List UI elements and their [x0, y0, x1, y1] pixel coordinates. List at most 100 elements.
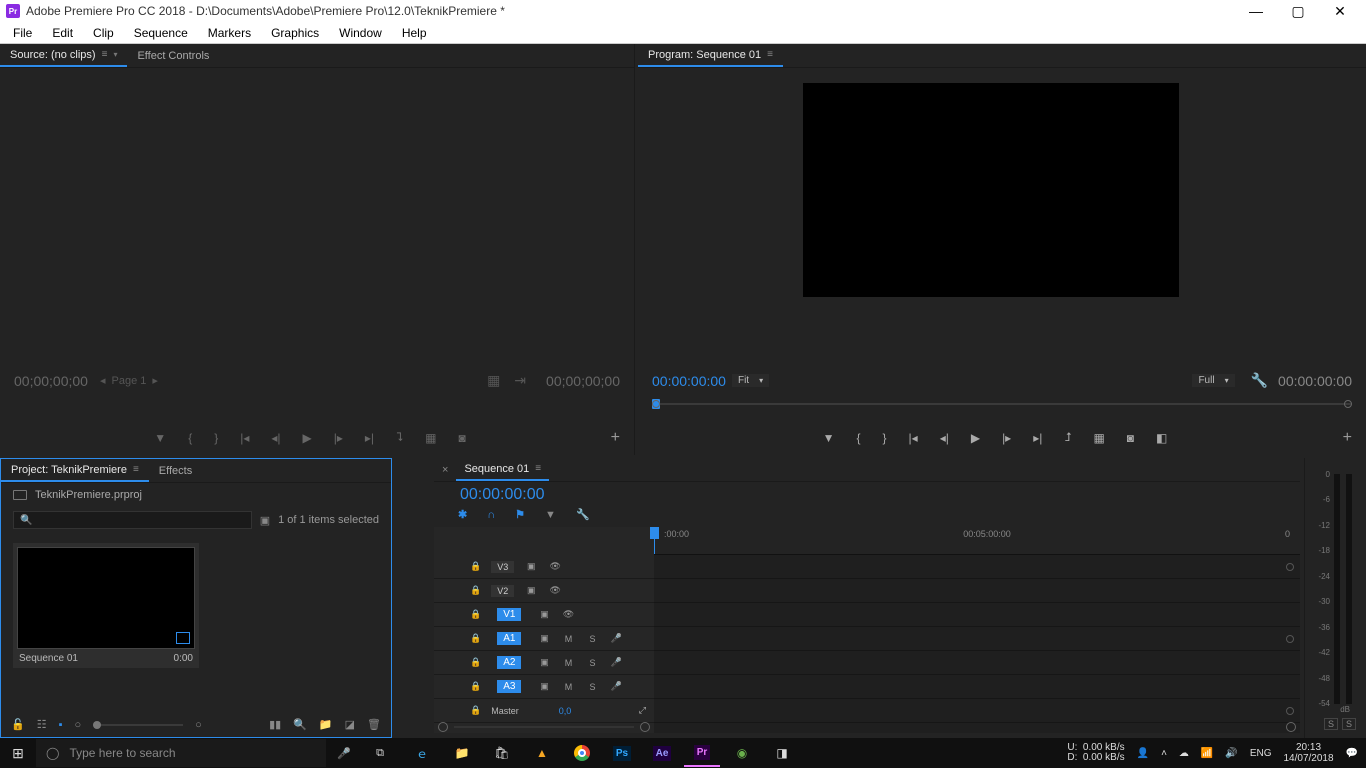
go-out-icon[interactable]: ▸|: [1033, 431, 1042, 445]
track-v2[interactable]: 🔒V2▣👁: [434, 579, 654, 603]
premiere-icon[interactable]: Pr: [684, 739, 720, 767]
time-ruler[interactable]: :00:00 00:05:00:00 0: [654, 527, 1300, 555]
sync-lock-icon[interactable]: ▣: [524, 561, 538, 572]
write-lock-icon[interactable]: 🔓: [11, 718, 25, 731]
lock-icon[interactable]: 🔒: [470, 585, 481, 596]
toggle-output-icon[interactable]: 👁: [548, 585, 562, 596]
button-editor-icon[interactable]: +: [1343, 429, 1352, 447]
timeline-tc[interactable]: 00:00:00:00: [434, 482, 1300, 506]
sync-lock-icon[interactable]: ▣: [524, 585, 538, 596]
track-v1[interactable]: 🔒V1▣👁: [434, 603, 654, 627]
voice-over-icon[interactable]: 🎤: [609, 657, 623, 668]
find-icon[interactable]: 🔍: [293, 718, 307, 731]
play-icon[interactable]: ▶: [971, 431, 980, 445]
program-tc[interactable]: 00:00:00:00: [652, 373, 726, 389]
menu-edit[interactable]: Edit: [43, 24, 82, 42]
aftereffects-icon[interactable]: Ae: [644, 739, 680, 767]
tray-notifications-icon[interactable]: 💬: [1346, 748, 1358, 759]
photoshop-icon[interactable]: Ps: [604, 739, 640, 767]
page-next-icon[interactable]: ▸: [152, 374, 158, 387]
voice-over-icon[interactable]: 🎤: [609, 633, 623, 644]
program-scrubber[interactable]: [652, 397, 1352, 409]
panel-menu-icon[interactable]: ≡: [767, 49, 773, 60]
project-item[interactable]: Sequence 01 0:00: [13, 543, 199, 668]
master-value[interactable]: 0,0: [559, 706, 572, 716]
mark-out-icon[interactable]: }: [883, 431, 887, 445]
timeline-zoom[interactable]: [438, 722, 1296, 732]
menu-file[interactable]: File: [4, 24, 41, 42]
panel-menu-icon[interactable]: ≡: [133, 464, 139, 475]
go-in-icon[interactable]: |◂: [909, 431, 918, 445]
playhead[interactable]: [654, 527, 655, 554]
tab-source[interactable]: Source: (no clips) ≡ ▾: [0, 45, 127, 67]
solo-right[interactable]: S: [1342, 718, 1356, 730]
list-view-icon[interactable]: ☷: [37, 718, 47, 731]
app-icon[interactable]: ▲: [524, 739, 560, 767]
go-in-icon[interactable]: |◂: [240, 431, 249, 445]
sync-lock-icon[interactable]: ▣: [537, 657, 551, 668]
tab-sequence[interactable]: Sequence 01 ≡: [456, 459, 549, 481]
lock-icon[interactable]: 🔒: [470, 705, 481, 716]
source-overlay-icon[interactable]: ⇥: [514, 372, 526, 389]
zoom-in-icon[interactable]: ○: [195, 719, 202, 731]
track-a3[interactable]: 🔒A3▣MS🎤: [434, 675, 654, 699]
tab-project[interactable]: Project: TeknikPremiere ≡: [1, 460, 149, 482]
tab-effects[interactable]: Effects: [149, 461, 202, 481]
app-icon[interactable]: ◨: [764, 739, 800, 767]
tray-date[interactable]: 14/07/2018: [1283, 753, 1333, 764]
step-back-icon[interactable]: ◂|: [271, 431, 280, 445]
tray-wifi-icon[interactable]: 📶: [1201, 748, 1213, 759]
mark-out-icon[interactable]: }: [214, 431, 218, 445]
comparison-icon[interactable]: ◧: [1156, 431, 1167, 445]
maximize-button[interactable]: ▢: [1278, 3, 1318, 20]
taskbar-search[interactable]: ◯ Type here to search: [36, 739, 326, 767]
step-back-icon[interactable]: ◂|: [940, 431, 949, 445]
program-monitor[interactable]: [803, 83, 1179, 297]
menu-markers[interactable]: Markers: [199, 24, 260, 42]
step-fwd-icon[interactable]: |▸: [334, 431, 343, 445]
panel-menu-icon[interactable]: ≡: [102, 49, 108, 60]
tray-volume-icon[interactable]: 🔊: [1225, 748, 1237, 759]
edge-icon[interactable]: ｅ: [404, 739, 440, 767]
menu-window[interactable]: Window: [330, 24, 391, 42]
export-frame-icon[interactable]: ◙: [458, 431, 465, 445]
task-view-icon[interactable]: ⧉: [362, 747, 398, 760]
resolution-select[interactable]: Full▾: [1192, 374, 1234, 387]
tray-people-icon[interactable]: 👤: [1137, 748, 1149, 759]
lock-icon[interactable]: 🔒: [470, 633, 481, 644]
sync-lock-icon[interactable]: ▣: [537, 609, 551, 620]
voice-over-icon[interactable]: 🎤: [609, 681, 623, 692]
button-editor-icon[interactable]: +: [611, 429, 620, 447]
marker-icon[interactable]: ▼: [545, 509, 556, 521]
track-v3[interactable]: 🔒V3▣👁: [434, 555, 654, 579]
track-master[interactable]: 🔒Master0,0⤢: [434, 699, 654, 723]
tab-program[interactable]: Program: Sequence 01 ≡: [638, 45, 783, 67]
toggle-output-icon[interactable]: 👁: [561, 609, 575, 620]
track-a1[interactable]: 🔒A1▣MS🎤: [434, 627, 654, 651]
play-icon[interactable]: ▶: [303, 431, 312, 445]
insert-sequence-icon[interactable]: ✱: [458, 508, 467, 521]
minimize-button[interactable]: ―: [1236, 3, 1276, 20]
zoom-out-icon[interactable]: ○: [74, 719, 81, 731]
lock-icon[interactable]: 🔒: [470, 681, 481, 692]
toggle-output-icon[interactable]: 👁: [548, 561, 562, 572]
track-a2[interactable]: 🔒A2▣MS🎤: [434, 651, 654, 675]
expand-icon[interactable]: ⤢: [639, 705, 646, 716]
extract-icon[interactable]: ▦: [1093, 431, 1104, 445]
coreldraw-icon[interactable]: ◉: [724, 739, 760, 767]
mark-in-icon[interactable]: {: [857, 431, 861, 445]
tray-time[interactable]: 20:13: [1283, 742, 1333, 753]
menu-help[interactable]: Help: [393, 24, 436, 42]
mic-icon[interactable]: 🎤: [326, 747, 362, 760]
start-button[interactable]: ⊞: [0, 745, 36, 762]
new-bin-icon[interactable]: ▣: [260, 514, 270, 527]
thumb-size-slider[interactable]: [93, 724, 183, 726]
menu-sequence[interactable]: Sequence: [125, 24, 197, 42]
menu-clip[interactable]: Clip: [84, 24, 123, 42]
panel-menu-icon[interactable]: ≡: [535, 463, 541, 474]
chrome-icon[interactable]: [564, 739, 600, 767]
sync-lock-icon[interactable]: ▣: [537, 633, 551, 644]
overwrite-icon[interactable]: ▦: [425, 431, 436, 445]
page-prev-icon[interactable]: ◂: [100, 374, 106, 387]
snap-icon[interactable]: ∩: [487, 509, 495, 521]
